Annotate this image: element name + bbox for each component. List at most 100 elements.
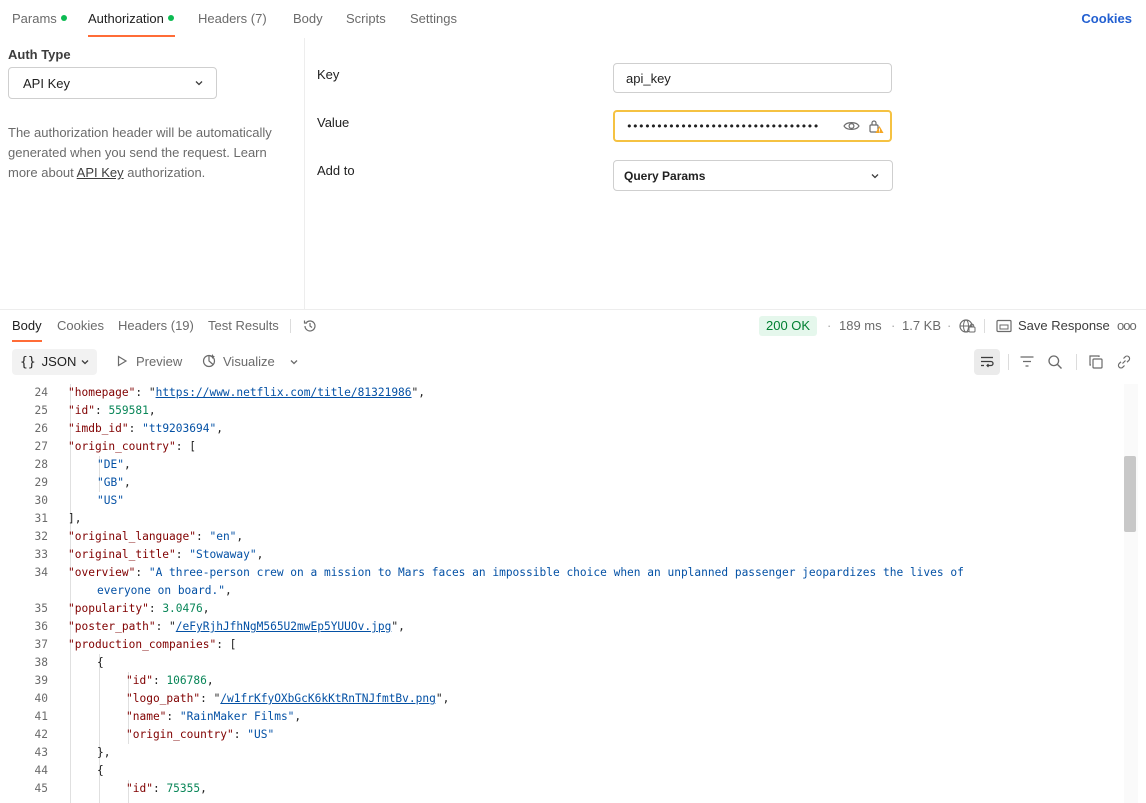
link-icon[interactable] xyxy=(1116,354,1132,370)
more-options-icon[interactable]: ooo xyxy=(1117,318,1137,333)
code-token: : xyxy=(152,674,167,687)
tab-authorization-label: Authorization xyxy=(88,11,164,26)
response-time[interactable]: 189 ms xyxy=(839,318,882,333)
code-token: "imdb_id" xyxy=(68,422,129,435)
code-link[interactable]: /w1frKfyOXbGcK6kKtRnTNJfmtBv.png xyxy=(220,692,436,705)
key-label: Key xyxy=(317,67,340,82)
api-key-doc-link[interactable]: API Key xyxy=(77,165,124,180)
add-to-select[interactable]: Query Params xyxy=(613,160,893,191)
line-number: 35 xyxy=(34,602,48,615)
wrap-lines-button[interactable] xyxy=(974,349,1000,375)
code-token: : " xyxy=(200,692,221,705)
format-select[interactable]: {} JSON xyxy=(12,349,97,375)
response-size[interactable]: 1.7 KB xyxy=(902,318,941,333)
response-tab-cookies[interactable]: Cookies xyxy=(57,318,104,333)
code-link[interactable]: https://www.netflix.com/title/81321986 xyxy=(156,386,412,399)
scrollbar-thumb[interactable] xyxy=(1124,456,1136,532)
copy-icon[interactable] xyxy=(1088,354,1104,370)
code-token: "DE" xyxy=(97,458,124,471)
visualize-button[interactable]: Visualize xyxy=(223,354,275,369)
code-token: 559581 xyxy=(108,404,149,417)
code-text: "GB", xyxy=(97,474,131,492)
tab-params[interactable]: Params xyxy=(12,11,67,26)
save-response-button[interactable]: Save Response xyxy=(1018,318,1110,333)
code-token: , xyxy=(123,458,131,471)
tab-settings[interactable]: Settings xyxy=(410,11,457,26)
code-line: 42 "origin_country": "US" xyxy=(0,726,1124,744)
code-text: "origin_country": "US" xyxy=(126,726,274,744)
history-icon[interactable] xyxy=(302,318,318,334)
tab-headers[interactable]: Headers (7) xyxy=(198,11,267,26)
code-text: "logo_path": "/w1frKfyOXbGcK6kKtRnTNJfmt… xyxy=(126,690,449,708)
code-token: "original_language" xyxy=(68,530,196,543)
code-line: 40 "logo_path": "/w1frKfyOXbGcK6kKtRnTNJf… xyxy=(0,690,1124,708)
value-input[interactable]: •••••••••••••••••••••••••••••••• xyxy=(613,110,892,142)
value-label: Value xyxy=(317,115,350,130)
lock-warning-icon[interactable] xyxy=(868,118,884,134)
active-response-tab-indicator xyxy=(12,340,42,342)
panel-divider xyxy=(304,38,305,309)
code-token: "production_companies" xyxy=(68,638,217,651)
code-line: everyone on board.", xyxy=(0,582,1124,600)
code-text: "production_companies": [ xyxy=(68,636,236,654)
auth-type-value: API Key xyxy=(23,76,70,91)
line-number: 30 xyxy=(34,494,48,507)
preview-button[interactable]: Preview xyxy=(136,354,182,369)
vertical-scrollbar[interactable] xyxy=(1124,384,1138,803)
code-token: : xyxy=(135,566,149,579)
code-text: "original_language": "en", xyxy=(68,528,243,546)
key-input[interactable]: api_key xyxy=(613,63,892,93)
code-token: : xyxy=(166,710,180,723)
chevron-down-icon xyxy=(195,81,203,86)
code-text: "imdb_id": "tt9203694", xyxy=(68,420,223,438)
code-token: : xyxy=(148,602,163,615)
filter-icon[interactable] xyxy=(1019,354,1035,370)
code-token: 106786 xyxy=(166,674,207,687)
tab-headers-label: Headers xyxy=(198,11,248,26)
line-number: 44 xyxy=(34,764,48,777)
play-icon xyxy=(117,355,128,367)
search-icon[interactable] xyxy=(1047,354,1063,370)
tab-body[interactable]: Body xyxy=(293,11,323,26)
code-token: "id" xyxy=(126,674,153,687)
response-body-code[interactable]: 24 "homepage": "https://www.netflix.com/t… xyxy=(0,384,1124,803)
code-line: 31], xyxy=(0,510,1124,528)
code-token: , xyxy=(256,548,264,561)
chevron-down-icon[interactable] xyxy=(289,357,299,367)
response-tab-body[interactable]: Body xyxy=(12,318,42,333)
code-line: 43}, xyxy=(0,744,1124,762)
code-token: "homepage" xyxy=(68,386,136,399)
value-masked: •••••••••••••••••••••••••••••••• xyxy=(626,120,819,134)
cookies-link[interactable]: Cookies xyxy=(1081,11,1132,26)
code-token: : [ xyxy=(175,440,196,453)
network-globe-icon[interactable] xyxy=(958,318,976,334)
code-token: : " xyxy=(135,386,156,399)
code-text: "origin_country": [ xyxy=(68,438,196,456)
eye-icon[interactable] xyxy=(843,119,860,133)
code-token: : xyxy=(128,422,143,435)
format-value: JSON xyxy=(41,354,77,369)
code-token: "en" xyxy=(209,530,237,543)
auth-type-select[interactable]: API Key xyxy=(8,67,217,99)
code-token: , xyxy=(236,530,244,543)
line-number: 42 xyxy=(34,728,48,741)
line-number: 40 xyxy=(34,692,48,705)
code-line: 28 "DE", xyxy=(0,456,1124,474)
code-text: everyone on board.", xyxy=(97,582,232,600)
line-number: 26 xyxy=(34,422,48,435)
code-text: { xyxy=(97,762,104,780)
code-token: , xyxy=(294,710,302,723)
response-tab-test-results[interactable]: Test Results xyxy=(208,318,279,333)
tab-scripts[interactable]: Scripts xyxy=(346,11,386,26)
tab-authorization[interactable]: Authorization xyxy=(88,11,174,26)
chevron-down-icon xyxy=(81,360,89,365)
code-line: 27 "origin_country": [ xyxy=(0,438,1124,456)
addto-label: Add to xyxy=(317,163,355,178)
code-line: 37 "production_companies": [ xyxy=(0,636,1124,654)
code-token: ", xyxy=(411,386,426,399)
line-number: 41 xyxy=(34,710,48,723)
code-link[interactable]: /eFyRjhJfhNgM565U2mwEp5YUUOv.jpg xyxy=(176,620,392,633)
code-token: ", xyxy=(391,620,405,633)
response-tab-headers[interactable]: Headers (19) xyxy=(118,318,194,333)
line-number: 37 xyxy=(34,638,48,651)
